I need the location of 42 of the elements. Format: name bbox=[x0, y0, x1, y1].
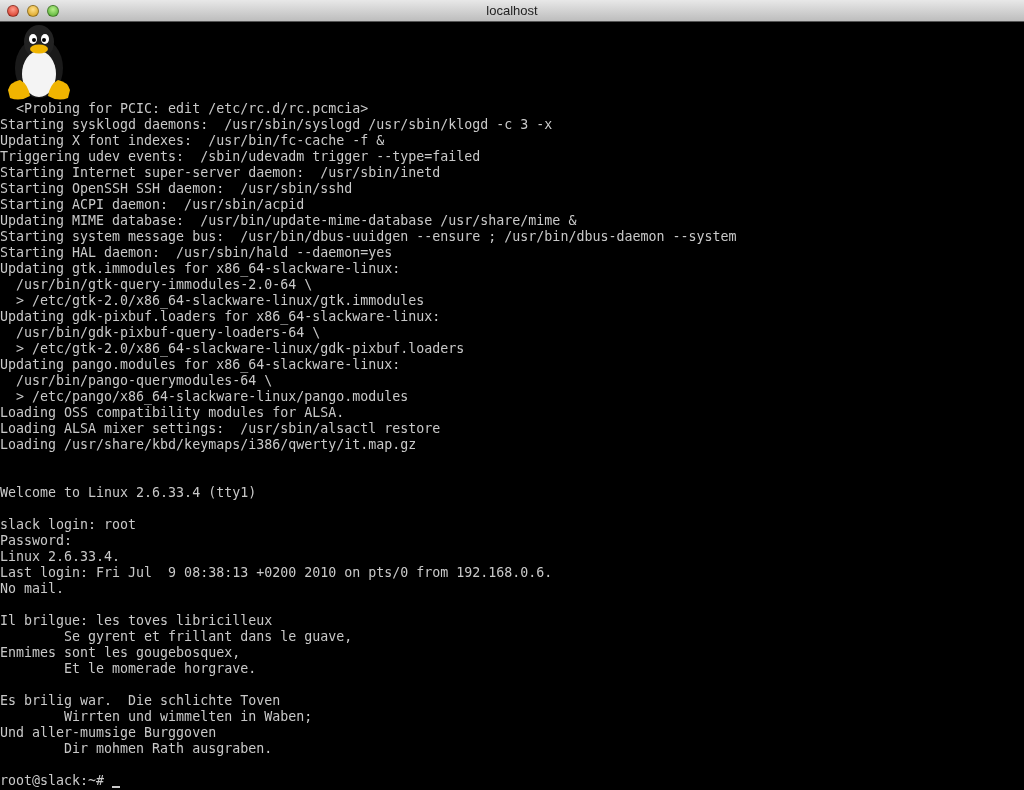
console-line: Updating X font indexes: /usr/bin/fc-cache -f & bbox=[0, 133, 385, 149]
text-cursor bbox=[112, 786, 121, 788]
console-line: Starting system message bus: /usr/bin/dbus-uuidgen --ensure ; /usr/bin/dbus-daemon --system bbox=[0, 229, 737, 245]
console-line: Et le momerade horgrave. bbox=[63, 661, 257, 677]
close-button[interactable] bbox=[7, 4, 19, 17]
console-line: Starting ACPI daemon: /usr/sbin/acpid bbox=[0, 197, 305, 213]
console-line: > /etc/gtk-2.0/x86_64-slackware-linux/gdk-pixbuf.loaders bbox=[15, 341, 465, 357]
console-line: > /etc/pango/x86_64-slackware-linux/pango.modules bbox=[15, 389, 409, 405]
console-line: Linux 2.6.33.4. bbox=[0, 549, 121, 565]
console-line: Starting HAL daemon: /usr/sbin/hald --daemon=yes bbox=[0, 245, 393, 261]
console-line: No mail. bbox=[0, 581, 65, 597]
console-line: /usr/bin/gdk-pixbuf-query-loaders-64 \ bbox=[15, 325, 321, 341]
console-line: Il brilgue: les toves libricilleux bbox=[0, 613, 273, 629]
console-line: > /etc/gtk-2.0/x86_64-slackware-linux/gtk.immodules bbox=[15, 293, 425, 309]
console-line: Es brilig war. Die schlichte Toven bbox=[0, 693, 281, 709]
console-line: Loading OSS compatibility modules for ALSA. bbox=[0, 405, 345, 421]
console-line: Dir mohmen Rath ausgraben. bbox=[63, 741, 273, 757]
console-line: Starting OpenSSH SSH daemon: /usr/sbin/sshd bbox=[0, 181, 353, 197]
console-line: Password: bbox=[0, 533, 73, 549]
console-line: Wirrten und wimmelten in Waben; bbox=[63, 709, 313, 725]
console-line: Last login: Fri Jul 9 08:38:13 +0200 2010 on pts/0 from 192.168.0.6. bbox=[0, 565, 553, 581]
window-title: localhost bbox=[486, 3, 538, 18]
console-line: Welcome to Linux 2.6.33.4 (tty1) bbox=[0, 485, 257, 501]
console-line: Starting sysklogd daemons: /usr/sbin/syslogd /usr/sbin/klogd -c 3 -x bbox=[0, 117, 553, 133]
console-line: <Probing for PCIC: edit /etc/rc.d/rc.pcmcia> bbox=[15, 101, 369, 117]
console-line: Enmimes sont les gougebosquex, bbox=[0, 645, 241, 661]
console-line: /usr/bin/gtk-query-immodules-2.0-64 \ bbox=[15, 277, 313, 293]
console-line: Updating gtk.immodules for x86_64-slackware-linux: bbox=[0, 261, 401, 277]
zoom-button[interactable] bbox=[47, 4, 59, 17]
console-line: Loading /usr/share/kbd/keymaps/i386/qwerty/it.map.gz bbox=[0, 437, 417, 453]
console-line: Und aller-mumsige Burggoven bbox=[0, 725, 217, 741]
console-line: Se gyrent et frillant dans le guave, bbox=[63, 629, 353, 645]
shell-prompt: root@slack:~# bbox=[0, 773, 106, 789]
console-line: /usr/bin/pango-querymodules-64 \ bbox=[15, 373, 273, 389]
console-line: Updating MIME database: /usr/bin/update-mime-database /usr/share/mime & bbox=[0, 213, 577, 229]
minimize-button[interactable] bbox=[27, 4, 39, 17]
console-line: Starting Internet super-server daemon: /usr/sbin/inetd bbox=[0, 165, 441, 181]
console-line: Loading ALSA mixer settings: /usr/sbin/alsactl restore bbox=[0, 421, 441, 437]
console-line: slack login: root bbox=[0, 517, 137, 533]
console-line: Updating pango.modules for x86_64-slackware-linux: bbox=[0, 357, 401, 373]
console-line: Triggering udev events: /sbin/udevadm trigger --type=failed bbox=[0, 149, 481, 165]
console-line: Updating gdk-pixbuf.loaders for x86_64-slackware-linux: bbox=[0, 309, 441, 325]
